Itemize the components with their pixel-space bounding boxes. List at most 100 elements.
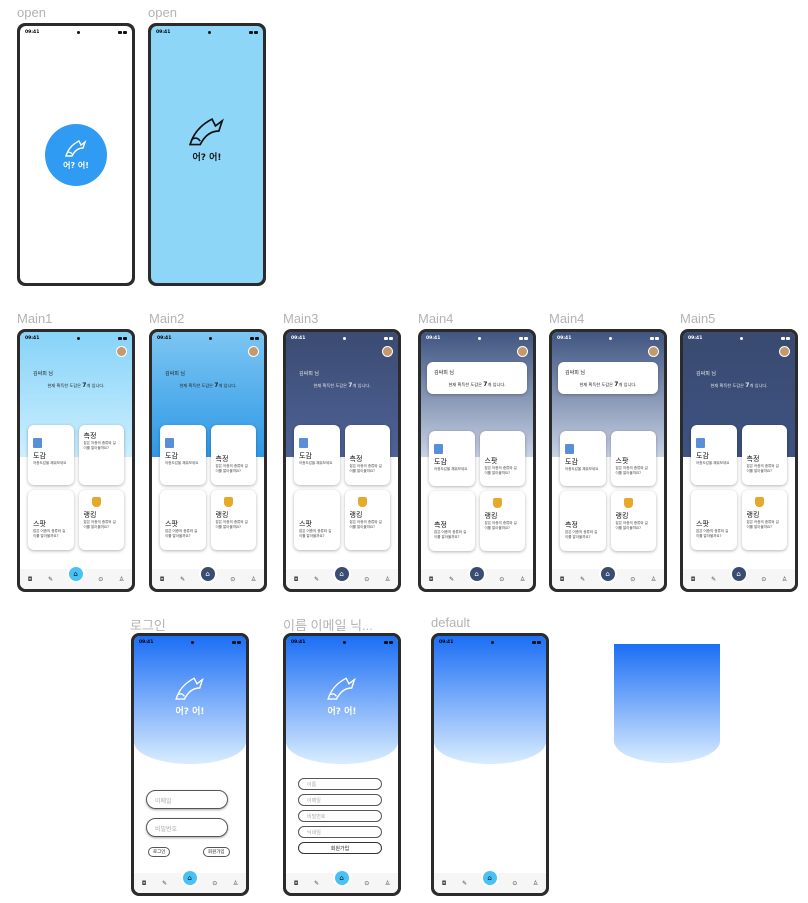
app-logo: 어? 어! bbox=[45, 123, 107, 186]
camera-icon[interactable]: ◘ bbox=[160, 576, 165, 583]
tile-dogam[interactable]: 도감 어종도감을 채워보세요 bbox=[160, 425, 206, 485]
tile-ranking[interactable]: 랭킹 잡은 어종의 종류와 길이를 알아볼까요? bbox=[210, 490, 256, 550]
user-icon[interactable]: ♙ bbox=[385, 576, 390, 583]
book-icon bbox=[696, 438, 705, 448]
map-pin-icon[interactable]: ⊙ bbox=[761, 576, 766, 583]
tile-ranking[interactable]: 랭킹 잡은 어종의 종류와 길이를 알아볼까요? bbox=[741, 490, 787, 550]
map-pin-icon[interactable]: ⊙ bbox=[98, 576, 103, 583]
tile-spot[interactable]: 스팟 잡은 어종의 종류와 길이를 알아볼까요? bbox=[479, 431, 525, 486]
avatar[interactable] bbox=[248, 346, 259, 357]
phone-login: 09:41 어? 어! 이메일 비밀번호 로그인 회원가입 ◘ ✎ ⌂ ⊙ ♙ bbox=[131, 633, 249, 896]
edit-icon[interactable]: ✎ bbox=[162, 880, 167, 887]
avatar[interactable] bbox=[116, 346, 127, 357]
edit-icon[interactable]: ✎ bbox=[711, 576, 716, 583]
tile-spot[interactable]: 스팟 잡은 어종의 종류와 길이를 알아볼까요? bbox=[28, 490, 74, 550]
camera-icon[interactable]: ◘ bbox=[560, 576, 565, 583]
email-field[interactable]: 이메일 bbox=[146, 790, 228, 809]
camera-icon[interactable]: ◘ bbox=[691, 576, 696, 583]
home-icon[interactable]: ⌂ bbox=[469, 567, 484, 581]
tile-title: 스팟 bbox=[33, 520, 46, 528]
tile-measure[interactable]: 측정 잡은 어종의 종류와 길이를 알아볼까요? bbox=[210, 425, 256, 485]
tile-dogam[interactable]: 도감 어종도감을 채워보세요 bbox=[28, 425, 74, 485]
phone-default: 09:41 ◘ ✎ ⌂ ⊙ ♙ bbox=[431, 633, 549, 896]
edit-icon[interactable]: ✎ bbox=[462, 880, 467, 887]
map-pin-icon[interactable]: ⊙ bbox=[364, 576, 369, 583]
avatar[interactable] bbox=[648, 346, 659, 357]
nickname-field[interactable]: 닉네임 bbox=[298, 826, 382, 838]
signup-button[interactable]: 회원가입 bbox=[203, 847, 230, 857]
status-time: 09:41 bbox=[688, 335, 703, 341]
edit-icon[interactable]: ✎ bbox=[449, 576, 454, 583]
tile-ranking[interactable]: 랭킹 잡은 어종의 종류와 길이를 알아볼까요? bbox=[78, 490, 124, 550]
home-icon[interactable]: ⌂ bbox=[182, 871, 197, 885]
map-pin-icon[interactable]: ⊙ bbox=[212, 880, 217, 887]
camera-icon[interactable]: ◘ bbox=[294, 576, 299, 583]
camera-icon[interactable]: ◘ bbox=[442, 880, 447, 887]
status-bar: 09:41 bbox=[286, 636, 398, 648]
user-icon[interactable]: ♙ bbox=[651, 576, 656, 583]
status-time: 09:41 bbox=[439, 639, 454, 645]
tile-spot[interactable]: 스팟 잡은 어종의 종류와 길이를 알아볼까요? bbox=[160, 490, 206, 550]
user-icon[interactable]: ♙ bbox=[385, 880, 390, 887]
camera-dot-icon bbox=[77, 336, 81, 340]
tile-measure[interactable]: 측정 잡은 어종의 종류와 길이를 알아볼까요? bbox=[429, 491, 475, 551]
tile-spot[interactable]: 스팟 잡은 어종의 종류와 길이를 알아볼까요? bbox=[294, 490, 340, 550]
edit-icon[interactable]: ✎ bbox=[314, 880, 319, 887]
avatar[interactable] bbox=[779, 346, 790, 357]
camera-dot-icon bbox=[208, 30, 212, 34]
home-icon[interactable]: ⌂ bbox=[482, 871, 497, 885]
tile-dogam[interactable]: 도감 어종도감을 채워보세요 bbox=[429, 431, 475, 486]
edit-icon[interactable]: ✎ bbox=[314, 576, 319, 583]
tile-ranking[interactable]: 랭킹 잡은 어종의 종류와 길이를 알아볼까요? bbox=[610, 491, 656, 551]
edit-icon[interactable]: ✎ bbox=[180, 576, 185, 583]
user-icon[interactable]: ♙ bbox=[233, 880, 238, 887]
email-field[interactable]: 이메일 bbox=[298, 794, 382, 806]
home-icon[interactable]: ⌂ bbox=[334, 567, 349, 581]
tile-title: 도감 bbox=[565, 458, 578, 466]
edit-icon[interactable]: ✎ bbox=[48, 576, 53, 583]
tile-spot[interactable]: 스팟 잡은 어종의 종류와 길이를 알아볼까요? bbox=[691, 490, 737, 550]
camera-icon[interactable]: ◘ bbox=[429, 576, 434, 583]
camera-icon[interactable]: ◘ bbox=[142, 880, 147, 887]
tile-measure[interactable]: 측정 잡은 어종의 종류와 길이를 알아볼까요? bbox=[560, 491, 606, 551]
map-pin-icon[interactable]: ⊙ bbox=[230, 576, 235, 583]
tile-spot[interactable]: 스팟 잡은 어종의 종류와 길이를 알아볼까요? bbox=[610, 431, 656, 486]
home-icon[interactable]: ⌂ bbox=[200, 567, 215, 581]
home-icon[interactable]: ⌂ bbox=[68, 567, 83, 581]
user-icon[interactable]: ♙ bbox=[782, 576, 787, 583]
tile-measure[interactable]: 측정 잡은 어종의 종류와 길이를 알아볼까요? bbox=[741, 425, 787, 485]
tile-dogam[interactable]: 도감 어종도감을 채워보세요 bbox=[294, 425, 340, 485]
home-icon[interactable]: ⌂ bbox=[731, 567, 746, 581]
map-pin-icon[interactable]: ⊙ bbox=[364, 880, 369, 887]
edit-icon[interactable]: ✎ bbox=[580, 576, 585, 583]
trophy-icon bbox=[623, 498, 633, 508]
avatar[interactable] bbox=[382, 346, 393, 357]
user-icon[interactable]: ♙ bbox=[533, 880, 538, 887]
password-field[interactable]: 비밀번호 bbox=[298, 810, 382, 822]
tile-measure[interactable]: 측정 잡은 어종의 종류와 길이를 알아볼까요? bbox=[344, 425, 390, 485]
trophy-icon bbox=[91, 497, 101, 507]
greeting-card: 김싸피 님 현재 획득한 도감은 7개 입니다. bbox=[427, 362, 527, 394]
login-button[interactable]: 로그인 bbox=[148, 847, 171, 857]
user-icon[interactable]: ♙ bbox=[520, 576, 525, 583]
map-pin-icon[interactable]: ⊙ bbox=[630, 576, 635, 583]
signup-submit-button[interactable]: 회원가입 bbox=[298, 842, 382, 854]
user-icon[interactable]: ♙ bbox=[119, 576, 124, 583]
password-field[interactable]: 비밀번호 bbox=[146, 818, 228, 837]
map-pin-icon[interactable]: ⊙ bbox=[512, 880, 517, 887]
tile-measure[interactable]: 측정 잡은 어종의 종류와 길이를 알아볼까요? bbox=[78, 425, 124, 485]
home-icon[interactable]: ⌂ bbox=[334, 871, 349, 885]
tile-ranking[interactable]: 랭킹 잡은 어종의 종류와 길이를 알아볼까요? bbox=[479, 491, 525, 551]
tile-ranking[interactable]: 랭킹 잡은 어종의 종류와 길이를 알아볼까요? bbox=[344, 490, 390, 550]
user-icon[interactable]: ♙ bbox=[251, 576, 256, 583]
map-pin-icon[interactable]: ⊙ bbox=[499, 576, 504, 583]
home-icon[interactable]: ⌂ bbox=[600, 567, 615, 581]
signal-icon bbox=[383, 640, 393, 644]
tile-title: 랭킹 bbox=[484, 512, 498, 520]
avatar[interactable] bbox=[517, 346, 528, 357]
tile-dogam[interactable]: 도감 어종도감을 채워보세요 bbox=[691, 425, 737, 485]
camera-icon[interactable]: ◘ bbox=[294, 880, 299, 887]
name-field[interactable]: 이름 bbox=[298, 778, 382, 790]
tile-dogam[interactable]: 도감 어종도감을 채워보세요 bbox=[560, 431, 606, 486]
camera-icon[interactable]: ◘ bbox=[28, 576, 33, 583]
